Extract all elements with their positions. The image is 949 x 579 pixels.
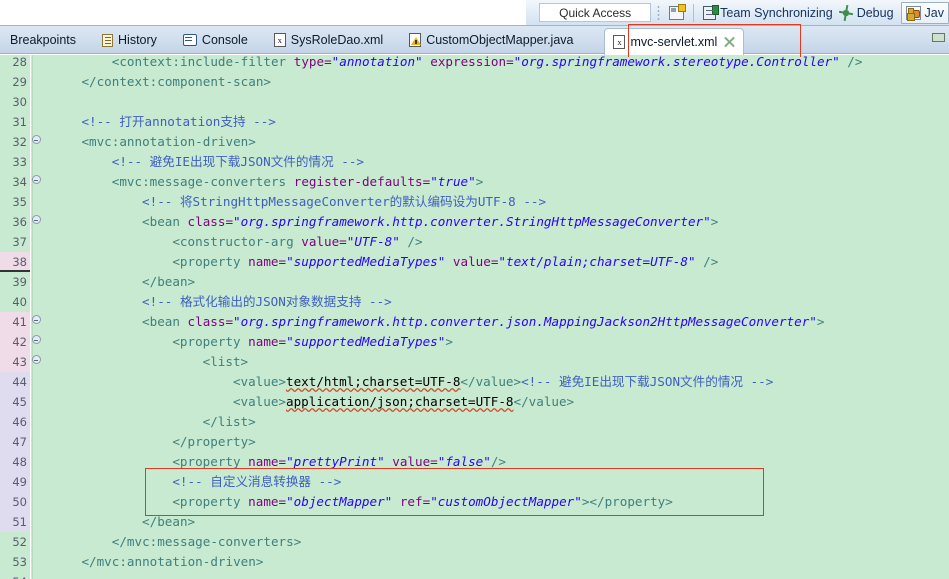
code-line[interactable]: </mvc:message-converters> [112, 532, 302, 552]
line-number: 47 [0, 432, 30, 452]
editor-tab-label: History [118, 33, 157, 47]
line-number: 50 [0, 492, 30, 512]
code-fold-toggle-icon[interactable] [30, 172, 42, 192]
java-perspective-icon [905, 5, 921, 20]
xml-code-editor[interactable]: 28 <context:include-filter type="annotati… [0, 55, 949, 579]
editor-tab-label: mvc-servlet.xml [630, 35, 718, 49]
line-number: 49 [0, 472, 30, 492]
code-line[interactable]: <context:include-filter type="annotation… [112, 55, 863, 72]
toolbar-drag-handle[interactable] [656, 4, 662, 21]
code-fold-toggle-icon[interactable] [30, 132, 42, 152]
line-number: 54 [0, 572, 30, 579]
line-number: 52 [12, 535, 27, 549]
line-number: 38 [0, 252, 30, 272]
code-line[interactable]: <property name="supportedMediaTypes" val… [172, 252, 718, 272]
editor-tab-console[interactable]: Console [175, 26, 256, 54]
line-number: 28 [12, 55, 27, 69]
toolbar-empty-area [0, 0, 526, 25]
perspective-label-java: Jav [924, 5, 944, 20]
code-line[interactable]: <constructor-arg value="UTF-8" /> [172, 232, 422, 252]
code-line[interactable]: <!-- 格式化输出的JSON对象数据支持 --> [142, 292, 392, 312]
line-number: 44 [0, 372, 30, 392]
code-line[interactable]: </mvc:annotation-driven> [81, 552, 263, 572]
code-line[interactable]: <property name="prettyPrint" value="fals… [172, 452, 506, 472]
xml-file-icon: x [273, 33, 286, 47]
open-perspective-button[interactable] [666, 1, 687, 25]
line-number: 41 [0, 312, 30, 332]
code-line[interactable]: <bean class="org.springframework.http.co… [142, 212, 718, 232]
perspective-team-synchronizing[interactable]: Team Synchronizing [700, 1, 836, 25]
code-line[interactable]: <list> [203, 352, 249, 372]
code-line[interactable]: <!-- 避免IE出现下载JSON文件的情况 --> [112, 152, 364, 172]
editor-tab-sysroledao-xml[interactable]: x SysRoleDao.xml [266, 26, 391, 54]
line-number: 53 [12, 555, 27, 569]
team-synchronizing-icon [703, 4, 720, 20]
line-number: 36 [12, 215, 27, 229]
line-number: 43 [0, 352, 30, 372]
editor-tab-label: SysRoleDao.xml [290, 33, 384, 47]
minimize-panel-icon[interactable] [932, 33, 945, 42]
debug-perspective-icon [837, 4, 854, 21]
line-number: 33 [12, 155, 27, 169]
code-fold-toggle-icon[interactable] [30, 312, 42, 332]
line-number: 35 [12, 195, 27, 209]
line-number: 30 [12, 95, 27, 109]
line-number: 46 [0, 412, 30, 432]
editor-tab-bar: Breakpoints History Console x SysRoleDao.xml… [0, 26, 949, 55]
line-number: 34 [12, 175, 27, 189]
code-line[interactable]: <value>application/json;charset=UTF-8</v… [233, 392, 574, 412]
code-line[interactable]: <mvc:annotation-driven> [81, 132, 255, 152]
line-number: 42 [0, 332, 30, 352]
toolbar-separator [693, 3, 695, 22]
code-line[interactable]: </property> [172, 432, 255, 452]
line-number: 48 [0, 452, 30, 472]
editor-tab-label: Breakpoints [10, 33, 77, 47]
line-number: 45 [0, 392, 30, 412]
perspective-label-debug: Debug [856, 5, 894, 20]
code-line[interactable]: <!-- 打开annotation支持 --> [81, 112, 275, 132]
code-line[interactable]: <!-- 自定义消息转换器 --> [172, 472, 341, 492]
code-fold-toggle-icon[interactable] [30, 332, 42, 352]
xml-file-icon: x [613, 35, 626, 49]
close-icon[interactable] [724, 37, 735, 48]
line-number: 39 [12, 275, 27, 289]
editor-tab-customobjectmapper-java[interactable]: CustomObjectMapper.java [401, 26, 581, 54]
perspective-label-team-synchronizing: Team Synchronizing [720, 5, 833, 20]
quick-access-label: Quick Access [559, 5, 632, 20]
main-toolbar: Quick Access Team Synchronizing Debug Ja… [0, 0, 949, 26]
line-number: 31 [12, 115, 27, 129]
code-line[interactable]: <!-- 将StringHttpMessageConverter的默认编码设为U… [142, 192, 546, 212]
editor-tab-breakpoints[interactable]: Breakpoints [2, 26, 84, 54]
editor-tab-mvc-servlet-xml[interactable]: x mvc-servlet.xml [604, 28, 745, 55]
code-line[interactable]: <value>text/html;charset=UTF-8</value><!… [233, 372, 773, 392]
code-line[interactable]: </bean> [142, 272, 195, 292]
line-number: 37 [12, 235, 27, 249]
console-icon [182, 34, 197, 46]
code-line[interactable]: <property name="objectMapper" ref="custo… [172, 492, 673, 512]
code-line[interactable]: <property name="supportedMediaTypes"> [172, 332, 453, 352]
history-icon [102, 33, 114, 47]
editor-tab-history[interactable]: History [94, 26, 165, 54]
java-file-icon [409, 33, 422, 47]
line-number: 32 [12, 135, 27, 149]
quick-access-input[interactable]: Quick Access [539, 3, 652, 22]
line-number: 29 [12, 75, 27, 89]
editor-tab-label: Console [201, 33, 248, 47]
code-line[interactable]: </list> [203, 412, 256, 432]
line-number: 40 [12, 295, 27, 309]
code-line[interactable]: <bean class="org.springframework.http.co… [142, 312, 824, 332]
perspective-java[interactable]: Jav [900, 1, 949, 24]
perspective-debug[interactable]: Debug [836, 1, 897, 25]
code-line[interactable]: </context:component-scan> [81, 72, 271, 92]
code-line[interactable]: <mvc:message-converters register-default… [112, 172, 484, 192]
code-fold-toggle-icon[interactable] [30, 212, 42, 232]
line-number: 51 [0, 512, 30, 532]
code-fold-toggle-icon[interactable] [30, 352, 42, 372]
code-line[interactable]: </bean> [142, 512, 195, 532]
open-perspective-icon [669, 3, 687, 20]
editor-tab-label: CustomObjectMapper.java [426, 33, 574, 47]
